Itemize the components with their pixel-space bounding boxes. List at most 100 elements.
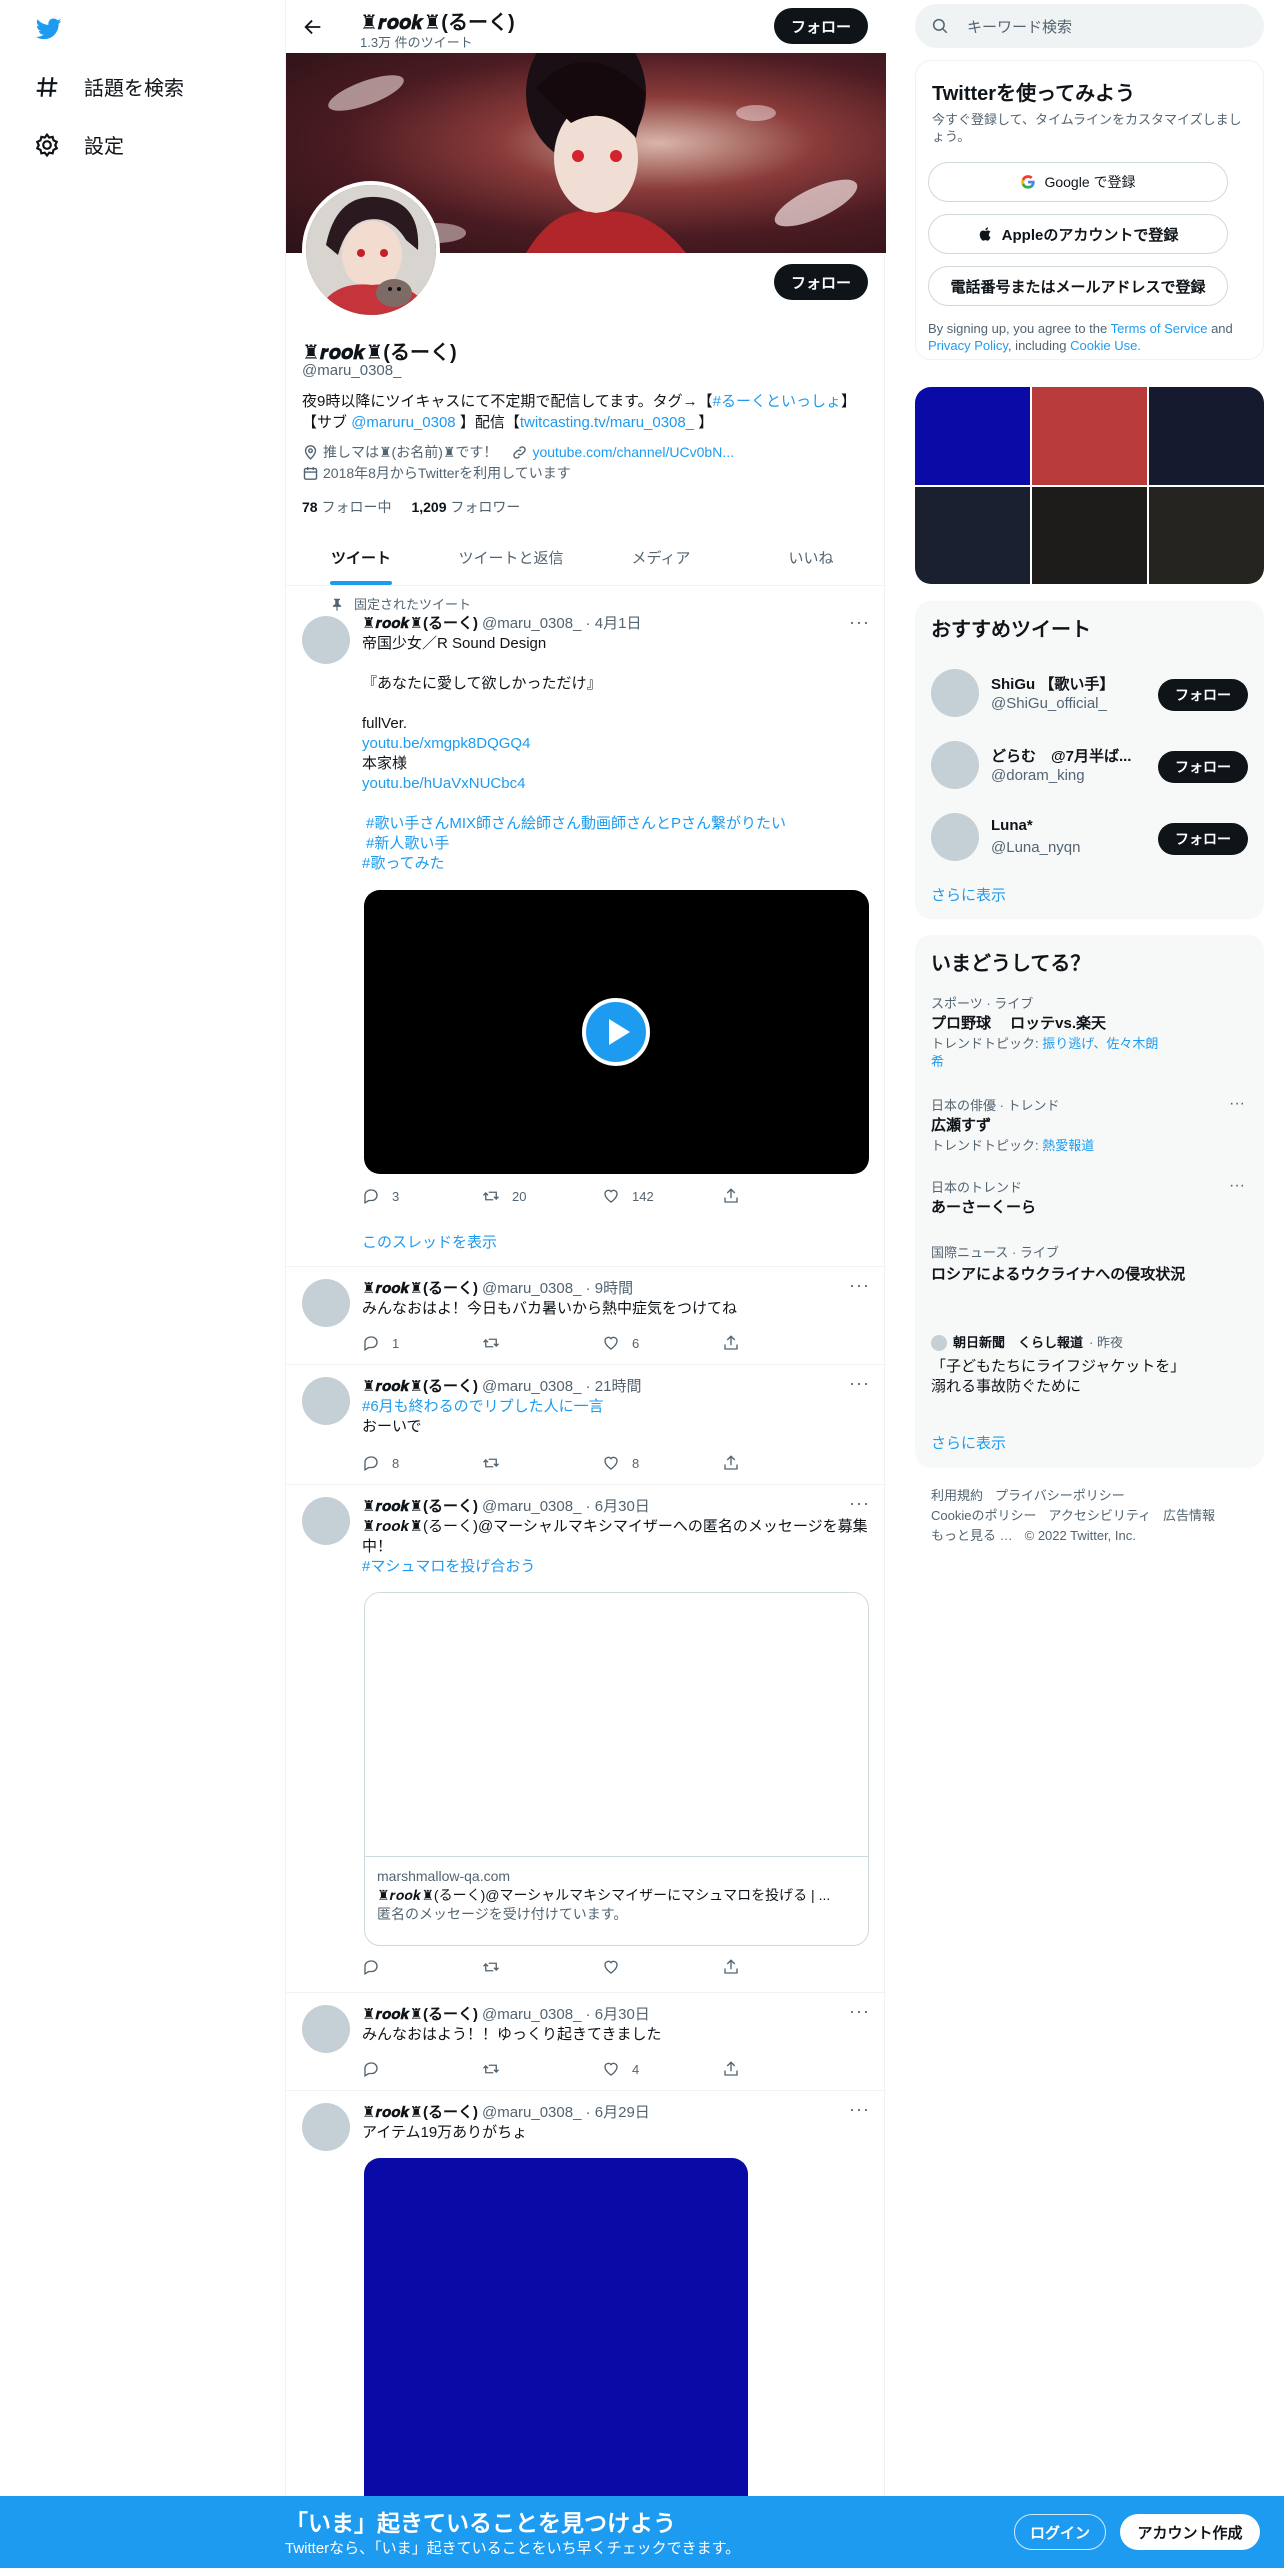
- tweet-author-name[interactable]: ♜𝒓𝒐𝒐𝒌♜(るーく): [362, 2103, 478, 2123]
- retweet-button[interactable]: [482, 2060, 562, 2078]
- search-box[interactable]: キーワード検索: [915, 4, 1264, 48]
- media-thumbnail[interactable]: [1032, 387, 1147, 485]
- share-button[interactable]: [722, 1958, 802, 1976]
- url-text[interactable]: youtube.com/channel/UCv0bN...: [532, 444, 734, 460]
- profile-avatar[interactable]: [302, 181, 440, 319]
- share-button[interactable]: [722, 2060, 802, 2078]
- cookie-use-link[interactable]: Cookie Use.: [1070, 338, 1141, 353]
- recommend-follow-button[interactable]: フォロー: [1158, 823, 1248, 855]
- media-thumbnail[interactable]: [915, 387, 1030, 485]
- login-button[interactable]: ログイン: [1014, 2514, 1106, 2550]
- bio-twitcasting-link[interactable]: twitcasting.tv/maru_0308_: [520, 414, 694, 431]
- bio-mention-link[interactable]: @maruru_0308: [351, 414, 455, 431]
- trends-show-more-link[interactable]: さらに表示: [931, 1432, 1006, 1453]
- news-item[interactable]: 朝日新聞 くらし報道 · 昨夜 「子どもたちにライフジャケットを」 溺れる事故防…: [931, 1333, 1193, 1397]
- reply-button[interactable]: 8: [362, 1454, 442, 1472]
- avatar[interactable]: [931, 669, 979, 717]
- header-follow-button[interactable]: フォロー: [774, 8, 868, 44]
- following-stat[interactable]: 78 フォロー中: [302, 497, 391, 517]
- tab-tweets-replies[interactable]: ツイートと返信: [436, 530, 586, 585]
- tab-tweets[interactable]: ツイート: [286, 530, 436, 585]
- profile-follow-button[interactable]: フォロー: [774, 264, 868, 300]
- retweet-button[interactable]: [482, 1454, 562, 1472]
- tweet-avatar[interactable]: [302, 1377, 350, 1425]
- tweet[interactable]: ··· ♜𝒓𝒐𝒐𝒌♜(るーく) @maru_0308_ · 21時間 #6月も終わ…: [286, 1365, 886, 1485]
- footer-link[interactable]: Cookieのポリシー: [931, 1506, 1036, 1526]
- media-thumbnail[interactable]: [915, 486, 1030, 584]
- tweet-hashtag[interactable]: #マシュマロを投げ合おう: [362, 1557, 870, 1577]
- reply-button[interactable]: 1: [362, 1334, 442, 1352]
- twitter-logo-icon[interactable]: [34, 16, 64, 42]
- apple-signup-button[interactable]: Appleのアカウントで登録: [928, 214, 1228, 254]
- tweet-avatar[interactable]: [302, 616, 350, 664]
- share-button[interactable]: [722, 1454, 802, 1472]
- tweet-hashtag[interactable]: #新人歌い手: [362, 834, 870, 854]
- recommend-show-more-link[interactable]: さらに表示: [931, 884, 1006, 905]
- share-button[interactable]: [722, 1334, 802, 1352]
- terms-of-service-link[interactable]: Terms of Service: [1111, 321, 1208, 336]
- tweet-link[interactable]: youtu.be/hUaVxNUCbc4: [362, 774, 870, 794]
- link-card[interactable]: marshmallow-qa.com ♜𝒓𝒐𝒐𝒌♜(るーく)@マーシャルマキシマ…: [364, 1592, 869, 1946]
- tweet[interactable]: ··· ♜𝒓𝒐𝒐𝒌♜(るーく) @maru_0308_ · 9時間 みんなおはよ！…: [286, 1267, 886, 1365]
- tweet-avatar[interactable]: [302, 2005, 350, 2053]
- footer-link[interactable]: 利用規約: [931, 1486, 983, 1506]
- tweet-author-name[interactable]: ♜𝒓𝒐𝒐𝒌♜(るーく): [362, 1279, 478, 1299]
- recommend-follow-button[interactable]: フォロー: [1158, 751, 1248, 783]
- reply-button[interactable]: 3: [362, 1187, 442, 1205]
- profile-url[interactable]: youtube.com/channel/UCv0bN...: [511, 444, 734, 461]
- tweet-author-name[interactable]: ♜𝒓𝒐𝒐𝒌♜(るーく): [362, 1497, 478, 1517]
- privacy-policy-link[interactable]: Privacy Policy: [928, 338, 1008, 353]
- tweet-image[interactable]: [364, 2158, 748, 2496]
- footer-more-link[interactable]: もっと見る …: [931, 1526, 1013, 1546]
- avatar[interactable]: [931, 813, 979, 861]
- share-button[interactable]: [722, 1187, 802, 1205]
- recommend-user[interactable]: Luna* @Luna_nyqn フォロー: [915, 801, 1264, 873]
- nav-settings[interactable]: 設定: [34, 130, 124, 159]
- followers-stat[interactable]: 1,209 フォロワー: [411, 497, 520, 517]
- footer-link[interactable]: アクセシビリティ: [1048, 1506, 1151, 1526]
- like-button[interactable]: [602, 1958, 682, 1976]
- media-thumbnail[interactable]: [1149, 387, 1264, 485]
- tweet-hashtag[interactable]: #歌い手さんMIX師さん絵師さん動画師さんとPさん繋がりたい: [362, 814, 870, 834]
- tweet-hashtag[interactable]: #歌ってみた: [362, 854, 870, 874]
- tab-likes[interactable]: いいね: [736, 530, 886, 585]
- footer-link[interactable]: プライバシーポリシー: [995, 1486, 1125, 1506]
- trend-item[interactable]: 国際ニュース · ライブ ロシアによるウクライナへの侵攻状況: [931, 1243, 1191, 1285]
- like-button[interactable]: 142: [602, 1187, 682, 1205]
- trend-item[interactable]: 日本のトレンド あーさーくーら: [931, 1179, 1251, 1217]
- create-account-button[interactable]: アカウント作成: [1120, 2514, 1260, 2550]
- more-options-icon[interactable]: ···: [1229, 1095, 1245, 1113]
- avatar[interactable]: [931, 741, 979, 789]
- tweet-pinned[interactable]: 固定されたツイート ··· ♜𝒓𝒐𝒐𝒌♜(るーく) @maru_0308_ · 4…: [286, 586, 886, 1267]
- more-options-icon[interactable]: ···: [1229, 1177, 1245, 1195]
- like-button[interactable]: 4: [602, 2060, 682, 2078]
- tweet[interactable]: ··· ♜𝒓𝒐𝒐𝒌♜(るーく) @maru_0308_ · 6月29日 アイテム1…: [286, 2091, 886, 2496]
- tweet-avatar[interactable]: [302, 2103, 350, 2151]
- tweet-avatar[interactable]: [302, 1279, 350, 1327]
- media-thumbnail[interactable]: [1149, 486, 1264, 584]
- tweet-author-name[interactable]: ♜𝒓𝒐𝒐𝒌♜(るーく): [362, 614, 478, 634]
- trend-item[interactable]: スポーツ · ライブ プロ野球 ロッテvs.楽天 トレンドトピック: 振り逃げ、…: [931, 995, 1251, 1071]
- tweet-avatar[interactable]: [302, 1497, 350, 1545]
- tab-media[interactable]: メディア: [586, 530, 736, 585]
- tweet-video[interactable]: [364, 890, 869, 1174]
- retweet-button[interactable]: 20: [482, 1187, 562, 1205]
- media-thumbnail[interactable]: [1032, 486, 1147, 584]
- trend-topic-link[interactable]: 熱愛報道: [1042, 1138, 1094, 1153]
- tweet[interactable]: ··· ♜𝒓𝒐𝒐𝒌♜(るーく) @maru_0308_ · 6月30日 ♜𝒓𝒐𝒐𝒌…: [286, 1485, 886, 1993]
- like-button[interactable]: 8: [602, 1454, 682, 1472]
- back-arrow-icon[interactable]: [302, 16, 324, 38]
- phone-email-signup-button[interactable]: 電話番号またはメールアドレスで登録: [928, 266, 1228, 306]
- like-button[interactable]: 6: [602, 1334, 682, 1352]
- google-signup-button[interactable]: Google で登録: [928, 162, 1228, 202]
- nav-explore[interactable]: 話題を検索: [34, 72, 184, 101]
- trend-item[interactable]: 日本の俳優 · トレンド 広瀬すず トレンドトピック: 熱愛報道: [931, 1097, 1251, 1155]
- footer-link[interactable]: 広告情報: [1163, 1506, 1215, 1526]
- recommend-follow-button[interactable]: フォロー: [1158, 679, 1248, 711]
- play-icon[interactable]: [582, 998, 650, 1066]
- show-thread-link[interactable]: このスレッドを表示: [362, 1231, 497, 1252]
- reply-button[interactable]: [362, 1958, 442, 1976]
- retweet-button[interactable]: [482, 1334, 562, 1352]
- tweet-author-name[interactable]: ♜𝒓𝒐𝒐𝒌♜(るーく): [362, 2005, 478, 2025]
- tweet-hashtag[interactable]: #6月も終わるのでリプした人に一言: [362, 1397, 870, 1417]
